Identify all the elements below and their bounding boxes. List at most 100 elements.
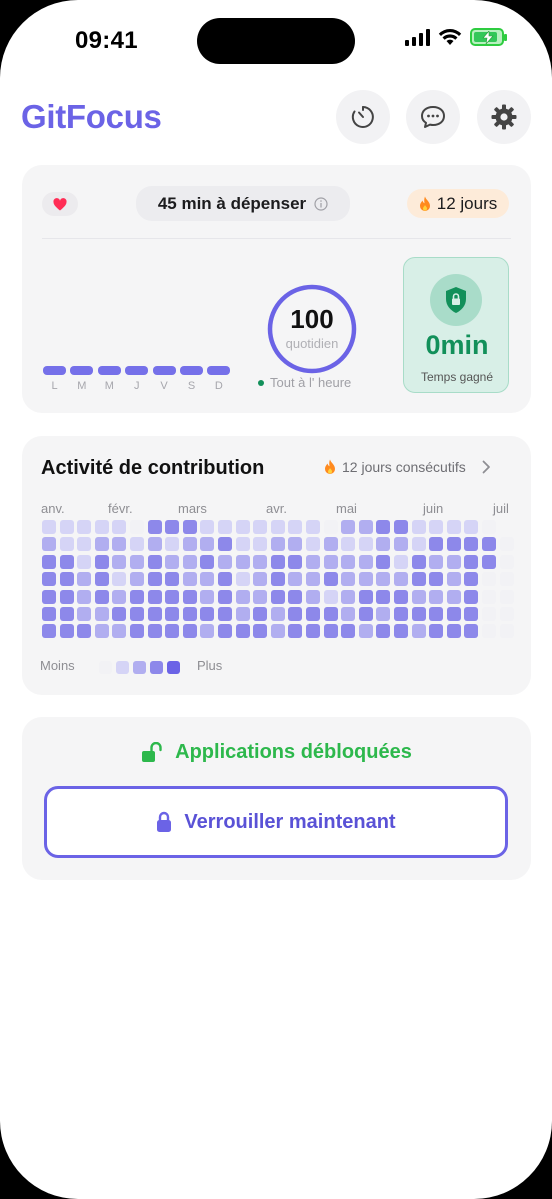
heatmap-cell[interactable]: [147, 537, 162, 552]
heatmap-cell[interactable]: [165, 520, 180, 534]
heatmap-cell[interactable]: [446, 554, 461, 569]
heatmap-cell[interactable]: [341, 554, 356, 569]
heatmap-cell[interactable]: [130, 537, 144, 552]
heatmap-cell[interactable]: [288, 537, 303, 552]
heatmap-cell[interactable]: [499, 624, 514, 639]
streak-chip[interactable]: 12 jours: [407, 189, 509, 218]
heatmap-cell[interactable]: [482, 624, 496, 639]
heatmap-cell[interactable]: [77, 520, 92, 534]
heatmap-cell[interactable]: [376, 554, 391, 569]
heatmap-cell[interactable]: [288, 589, 303, 604]
heatmap-cell[interactable]: [253, 624, 268, 639]
heatmap-cell[interactable]: [253, 607, 268, 621]
heatmap-cell[interactable]: [218, 520, 232, 534]
heatmap-cell[interactable]: [165, 537, 180, 552]
heatmap-cell[interactable]: [499, 554, 514, 569]
heatmap-cell[interactable]: [42, 520, 56, 534]
heatmap-cell[interactable]: [147, 624, 162, 639]
heatmap-cell[interactable]: [77, 589, 92, 604]
heatmap-cell[interactable]: [165, 589, 180, 604]
heatmap-cell[interactable]: [182, 520, 197, 534]
heatmap-cell[interactable]: [482, 554, 496, 569]
heatmap-cell[interactable]: [218, 572, 232, 587]
heatmap-cell[interactable]: [341, 520, 356, 534]
heatmap-cell[interactable]: [147, 520, 162, 534]
heatmap-cell[interactable]: [288, 520, 303, 534]
heatmap-cell[interactable]: [130, 572, 144, 587]
heatmap-cell[interactable]: [112, 537, 127, 552]
heatmap-cell[interactable]: [341, 572, 356, 587]
heatmap-cell[interactable]: [376, 589, 391, 604]
heatmap-cell[interactable]: [394, 554, 408, 569]
heatmap-cell[interactable]: [394, 607, 408, 621]
heatmap-cell[interactable]: [235, 554, 250, 569]
heatmap-cell[interactable]: [464, 607, 479, 621]
messages-button[interactable]: [406, 90, 460, 144]
heatmap-cell[interactable]: [288, 607, 303, 621]
heatmap-cell[interactable]: [323, 607, 338, 621]
heatmap-cell[interactable]: [218, 624, 232, 639]
heatmap-cell[interactable]: [358, 572, 373, 587]
heatmap-cell[interactable]: [394, 520, 408, 534]
heatmap-cell[interactable]: [376, 537, 391, 552]
heatmap-cell[interactable]: [411, 589, 426, 604]
heatmap-cell[interactable]: [59, 624, 74, 639]
heatmap-cell[interactable]: [306, 554, 320, 569]
heatmap-cell[interactable]: [429, 554, 444, 569]
heatmap-cell[interactable]: [429, 520, 444, 534]
heatmap-cell[interactable]: [200, 607, 215, 621]
heatmap-cell[interactable]: [306, 607, 320, 621]
heatmap-cell[interactable]: [182, 589, 197, 604]
heatmap-cell[interactable]: [253, 520, 268, 534]
heatmap-cell[interactable]: [358, 520, 373, 534]
heatmap-cell[interactable]: [429, 624, 444, 639]
heatmap-cell[interactable]: [358, 537, 373, 552]
heatmap-cell[interactable]: [323, 624, 338, 639]
heatmap-cell[interactable]: [446, 589, 461, 604]
heatmap-cell[interactable]: [200, 572, 215, 587]
heatmap-cell[interactable]: [288, 554, 303, 569]
heatmap-cell[interactable]: [482, 537, 496, 552]
timer-button[interactable]: [336, 90, 390, 144]
heatmap-cell[interactable]: [42, 537, 56, 552]
lock-now-button[interactable]: Verrouiller maintenant: [44, 786, 508, 858]
heatmap-cell[interactable]: [94, 572, 109, 587]
heatmap-cell[interactable]: [165, 554, 180, 569]
heatmap-cell[interactable]: [306, 520, 320, 534]
heatmap-cell[interactable]: [94, 589, 109, 604]
heatmap-cell[interactable]: [376, 624, 391, 639]
heatmap-cell[interactable]: [147, 572, 162, 587]
heatmap-cell[interactable]: [482, 589, 496, 604]
heatmap-cell[interactable]: [341, 607, 356, 621]
heatmap-cell[interactable]: [42, 624, 56, 639]
heatmap-cell[interactable]: [394, 537, 408, 552]
heatmap-cell[interactable]: [464, 554, 479, 569]
time-budget-chip[interactable]: 45 min à dépenser: [136, 186, 350, 221]
health-chip[interactable]: [42, 192, 78, 216]
heatmap-cell[interactable]: [341, 624, 356, 639]
heatmap-cell[interactable]: [446, 537, 461, 552]
heatmap-cell[interactable]: [358, 589, 373, 604]
heatmap-cell[interactable]: [182, 572, 197, 587]
heatmap-cell[interactable]: [270, 589, 285, 604]
heatmap-cell[interactable]: [411, 607, 426, 621]
settings-button[interactable]: [477, 90, 531, 144]
heatmap-cell[interactable]: [341, 537, 356, 552]
heatmap-cell[interactable]: [323, 589, 338, 604]
heatmap-cell[interactable]: [253, 537, 268, 552]
heatmap-cell[interactable]: [358, 624, 373, 639]
heatmap-cell[interactable]: [147, 607, 162, 621]
heatmap-cell[interactable]: [464, 624, 479, 639]
heatmap-cell[interactable]: [182, 624, 197, 639]
heatmap-cell[interactable]: [394, 572, 408, 587]
heatmap-cell[interactable]: [130, 589, 144, 604]
heatmap-cell[interactable]: [94, 520, 109, 534]
heatmap-cell[interactable]: [130, 520, 144, 534]
heatmap-cell[interactable]: [235, 607, 250, 621]
heatmap-cell[interactable]: [218, 554, 232, 569]
heatmap-cell[interactable]: [376, 607, 391, 621]
heatmap-cell[interactable]: [59, 520, 74, 534]
heatmap-cell[interactable]: [464, 572, 479, 587]
heatmap-cell[interactable]: [200, 624, 215, 639]
heatmap-cell[interactable]: [306, 624, 320, 639]
